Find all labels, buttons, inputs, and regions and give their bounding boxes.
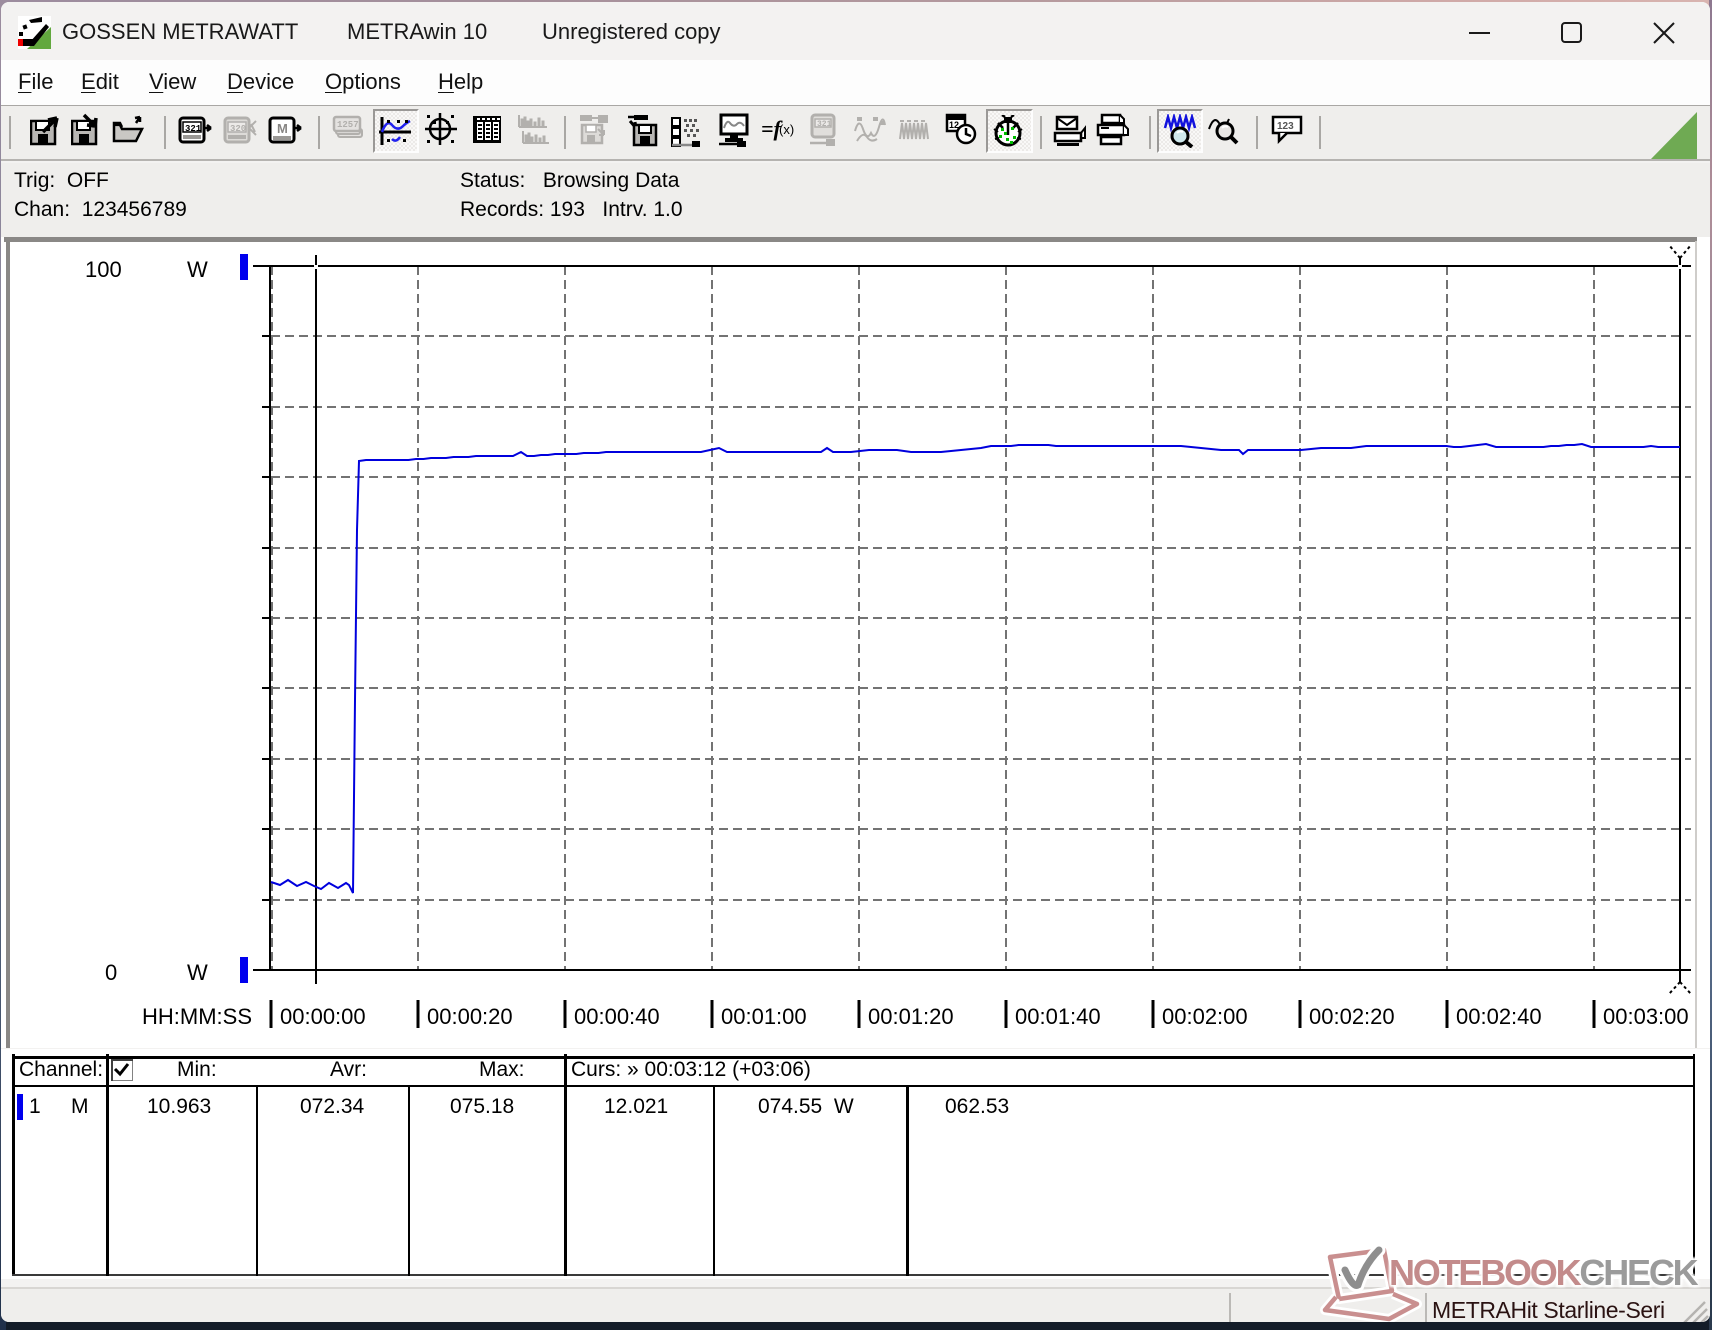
svg-text:W: W — [187, 257, 208, 282]
svg-text:00:02:00: 00:02:00 — [1162, 1004, 1248, 1029]
svg-text:100: 100 — [85, 257, 122, 282]
svg-text:0: 0 — [105, 960, 117, 985]
svg-text:1257: 1257 — [337, 120, 359, 130]
svg-text:W: W — [187, 960, 208, 985]
svg-text:321: 321 — [185, 124, 202, 134]
svg-text:00:00:00: 00:00:00 — [280, 1004, 366, 1029]
svg-text:HH:MM:SS: HH:MM:SS — [142, 1004, 252, 1029]
svg-text:(x): (x) — [779, 122, 794, 137]
svg-text:M: M — [277, 121, 288, 136]
svg-text:00:03:00: 00:03:00 — [1603, 1004, 1689, 1029]
svg-text:00:00:40: 00:00:40 — [574, 1004, 660, 1029]
svg-text:00:02:40: 00:02:40 — [1456, 1004, 1542, 1029]
svg-text:00:01:40: 00:01:40 — [1015, 1004, 1101, 1029]
svg-text:00:00:20: 00:00:20 — [427, 1004, 513, 1029]
svg-text:320: 320 — [230, 124, 246, 134]
svg-text:00:01:20: 00:01:20 — [868, 1004, 954, 1029]
svg-text:00:01:00: 00:01:00 — [721, 1004, 807, 1029]
svg-text:00:02:20: 00:02:20 — [1309, 1004, 1395, 1029]
svg-text:321: 321 — [817, 120, 832, 129]
svg-text:123: 123 — [1277, 121, 1294, 132]
